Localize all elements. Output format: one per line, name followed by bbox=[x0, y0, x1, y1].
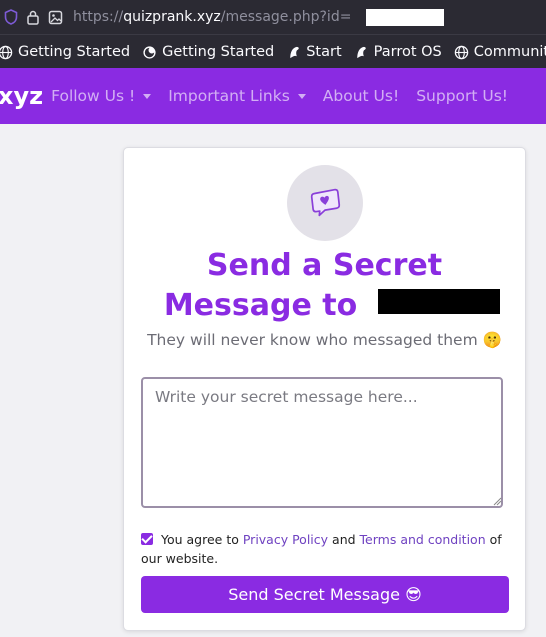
parrot-icon bbox=[354, 45, 369, 60]
terms-link[interactable]: Terms and condition bbox=[360, 532, 486, 547]
page-title: Send a Secret Message to bbox=[124, 246, 525, 326]
nav-label: Follow Us ! bbox=[51, 87, 136, 105]
privacy-policy-link[interactable]: Privacy Policy bbox=[243, 532, 328, 547]
bookmark-parrot-os[interactable]: Parrot OS bbox=[354, 44, 442, 60]
site-brand[interactable]: xyz bbox=[0, 82, 43, 110]
caret-down-icon bbox=[143, 93, 152, 99]
firefox-icon bbox=[142, 45, 157, 60]
resize-handle-icon[interactable] bbox=[492, 496, 502, 506]
agree-and-text: and bbox=[332, 532, 356, 547]
heart-message-icon bbox=[310, 188, 341, 217]
subtitle: They will never know who messaged them 🤫 bbox=[147, 331, 502, 349]
redaction-box bbox=[366, 9, 444, 26]
url-host: quizprank.xyz bbox=[123, 9, 221, 25]
globe-icon bbox=[0, 45, 13, 60]
nav-follow-us[interactable]: Follow Us ! bbox=[51, 87, 152, 105]
url-scheme: https:// bbox=[73, 9, 124, 25]
bookmark-getting-started-2[interactable]: Getting Started bbox=[142, 44, 274, 60]
caret-down-icon bbox=[297, 93, 306, 99]
secret-message-input[interactable] bbox=[141, 377, 503, 508]
nav-support-us[interactable]: Support Us! bbox=[416, 87, 508, 105]
nav-important-links[interactable]: Important Links bbox=[168, 87, 306, 105]
address-bar[interactable]: https://quizprank.xyz/message.php?id= bbox=[0, 0, 546, 34]
bookmark-start[interactable]: Start bbox=[286, 44, 342, 60]
nav-label: Important Links bbox=[168, 87, 290, 105]
bookmark-community[interactable]: Community bbox=[454, 44, 546, 60]
agree-text: You agree to bbox=[160, 532, 239, 547]
bookmark-label: Getting Started bbox=[18, 44, 131, 60]
shield-icon[interactable] bbox=[4, 9, 18, 25]
globe-icon bbox=[454, 45, 469, 60]
title-line-2-text: Message to bbox=[163, 288, 358, 323]
bookmark-label: Community bbox=[473, 44, 546, 60]
site-navbar: xyz Follow Us ! Important Links About Us… bbox=[0, 68, 546, 124]
message-bubble-avatar bbox=[287, 165, 363, 241]
url-path: /message.php?id= bbox=[220, 9, 352, 25]
send-secret-message-button[interactable]: Send Secret Message 😎 bbox=[141, 576, 509, 613]
lock-icon[interactable] bbox=[26, 9, 40, 25]
page-icon[interactable] bbox=[48, 10, 63, 25]
bookmark-label: Getting Started bbox=[162, 44, 275, 60]
url-text[interactable]: https://quizprank.xyz/message.php?id= bbox=[73, 9, 351, 25]
title-line-1: Send a Secret bbox=[206, 248, 443, 283]
agree-terms: You agree to Privacy Policy and Terms an… bbox=[141, 530, 509, 568]
redacted-name bbox=[378, 289, 500, 314]
agree-checkbox[interactable] bbox=[141, 533, 153, 545]
bookmark-label: Start bbox=[306, 44, 342, 60]
parrot-icon bbox=[286, 45, 301, 60]
message-card: Send a Secret Message to They will never… bbox=[123, 147, 526, 631]
bookmarks-bar: Getting Started Getting Started Start Pa… bbox=[0, 34, 546, 69]
bookmark-getting-started[interactable]: Getting Started bbox=[0, 44, 130, 60]
bookmark-label: Parrot OS bbox=[373, 44, 442, 60]
nav-about-us[interactable]: About Us! bbox=[323, 87, 399, 105]
